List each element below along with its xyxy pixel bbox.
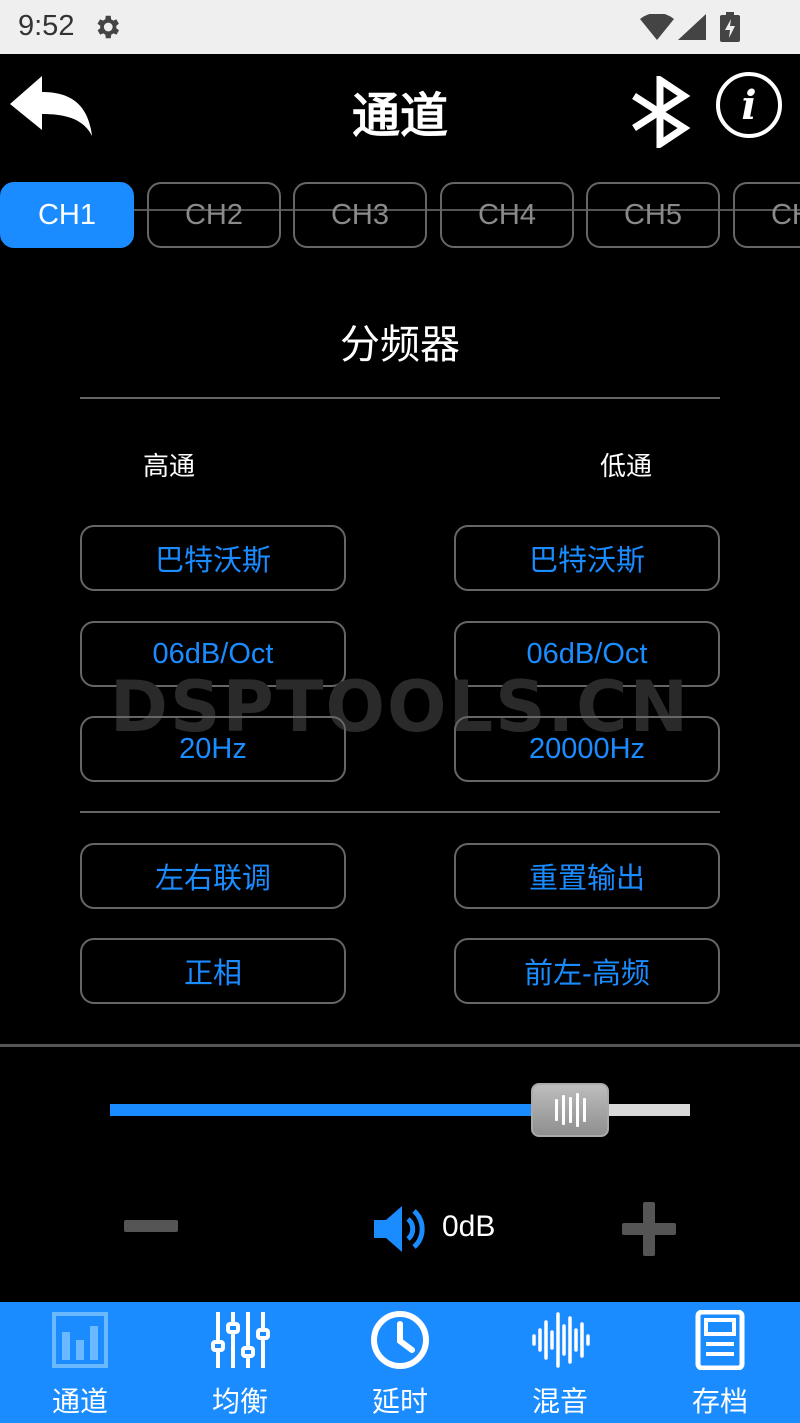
phase-button[interactable]: 正相 bbox=[80, 938, 346, 1004]
nav-label-mixer: 混音 bbox=[531, 1385, 588, 1418]
battery-icon bbox=[720, 12, 740, 42]
nav-item-delay[interactable]: 延时 bbox=[320, 1302, 480, 1423]
speaker-icon bbox=[374, 1206, 425, 1252]
output-channel-button[interactable]: 前左-高频 bbox=[454, 938, 720, 1004]
channel-icon bbox=[52, 1312, 108, 1368]
bluetooth-icon[interactable] bbox=[628, 76, 694, 148]
actions-divider bbox=[80, 811, 720, 813]
volume-decrease-button[interactable] bbox=[124, 1220, 178, 1232]
highpass-frequency-button[interactable]: 20Hz bbox=[80, 716, 346, 782]
wifi-icon bbox=[640, 14, 674, 40]
nav-item-archive[interactable]: 存档 bbox=[640, 1302, 800, 1423]
status-bar: 9:52 bbox=[0, 0, 800, 54]
app-bar: 通道 i bbox=[0, 54, 800, 211]
signal-icon bbox=[678, 14, 706, 40]
waveform-icon bbox=[532, 1312, 590, 1368]
highpass-filter-type-button[interactable]: 巴特沃斯 bbox=[80, 525, 346, 591]
bottom-nav: 通道 均衡 延时 混音 存档 bbox=[0, 1302, 800, 1423]
volume-value: 0dB bbox=[442, 1210, 496, 1243]
lowpass-label: 低通 bbox=[600, 452, 653, 482]
tab-ch3[interactable]: CH3 bbox=[293, 182, 427, 248]
lowpass-frequency-button[interactable]: 20000Hz bbox=[454, 716, 720, 782]
tab-ch4[interactable]: CH4 bbox=[440, 182, 574, 248]
highpass-label: 高通 bbox=[143, 452, 196, 482]
tab-ch1[interactable]: CH1 bbox=[0, 182, 134, 248]
tab-ch2[interactable]: CH2 bbox=[147, 182, 281, 248]
tab-ch6[interactable]: CH6 bbox=[733, 182, 800, 248]
equalizer-icon bbox=[211, 1312, 270, 1368]
channel-tabs: CH1 CH2 CH3 CH4 CH5 CH6 bbox=[0, 182, 800, 250]
nav-label-equalizer: 均衡 bbox=[211, 1385, 268, 1418]
nav-label-archive: 存档 bbox=[691, 1385, 748, 1418]
tab-ch5[interactable]: CH5 bbox=[586, 182, 720, 248]
clock-icon bbox=[371, 1311, 429, 1369]
crossover-divider bbox=[80, 397, 720, 399]
settings-gear-icon bbox=[97, 15, 119, 39]
nav-item-equalizer[interactable]: 均衡 bbox=[160, 1302, 320, 1423]
volume-slider-fill bbox=[110, 1104, 574, 1116]
volume-section-divider bbox=[0, 1044, 800, 1047]
nav-item-channel[interactable]: 通道 bbox=[0, 1302, 160, 1423]
link-left-right-button[interactable]: 左右联调 bbox=[80, 843, 346, 909]
volume-increase-button[interactable] bbox=[622, 1202, 676, 1256]
nav-item-mixer[interactable]: 混音 bbox=[480, 1302, 640, 1423]
info-icon[interactable]: i bbox=[716, 72, 782, 138]
crossover-title: 分频器 bbox=[340, 322, 460, 368]
nav-label-delay: 延时 bbox=[371, 1385, 428, 1418]
archive-icon bbox=[695, 1310, 745, 1370]
volume-slider-thumb[interactable] bbox=[531, 1083, 609, 1137]
nav-label-channel: 通道 bbox=[51, 1385, 108, 1418]
lowpass-filter-type-button[interactable]: 巴特沃斯 bbox=[454, 525, 720, 591]
reset-output-button[interactable]: 重置输出 bbox=[454, 843, 720, 909]
status-time: 9:52 bbox=[18, 10, 75, 42]
